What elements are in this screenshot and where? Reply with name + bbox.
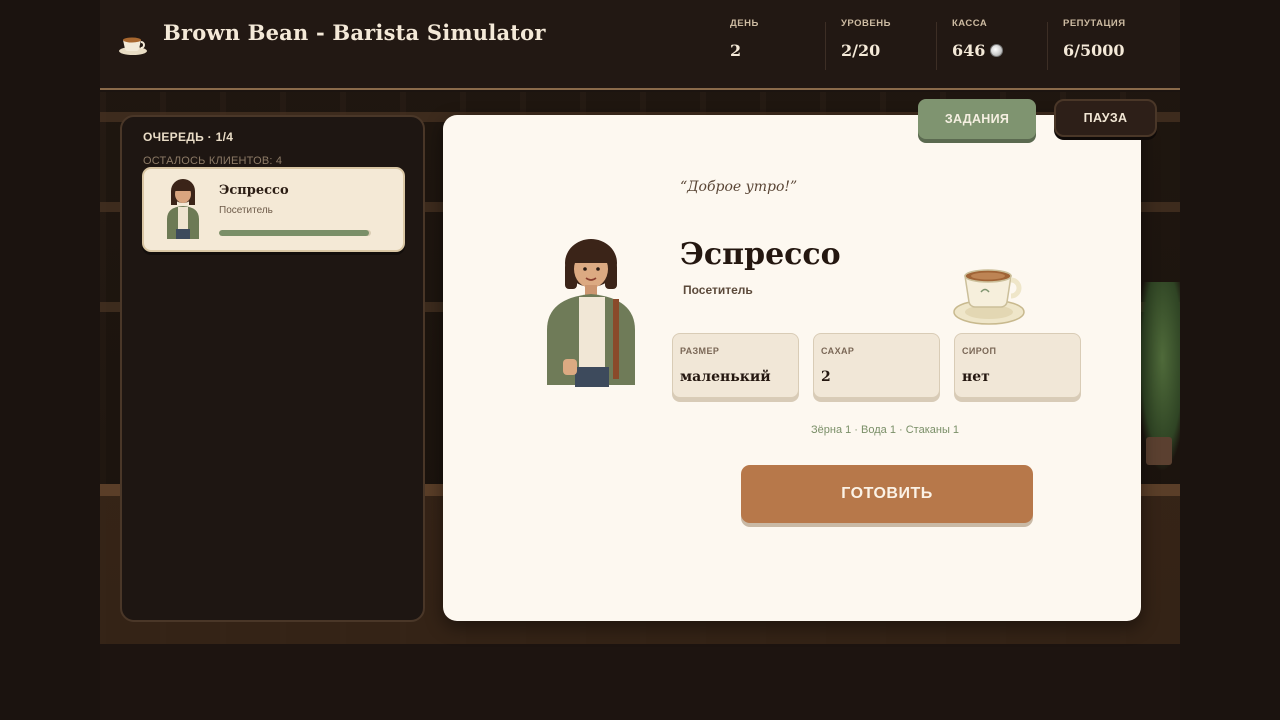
stat-day: ДЕНЬ 2 xyxy=(730,18,759,60)
stat-day-value: 2 xyxy=(730,41,742,60)
stat-cash-label: КАССА xyxy=(952,18,988,29)
stat-reputation: РЕПУТАЦИЯ 6/5000 xyxy=(1063,18,1126,60)
coin-icon xyxy=(990,44,1004,57)
queue-panel: ОЧЕРЕДЬ · 1/4 ОСТАЛОСЬ КЛИЕНТОВ: 4 Эспре… xyxy=(120,115,425,622)
option-size-value: маленький xyxy=(680,369,771,385)
customer-portrait xyxy=(547,239,635,387)
queue-title: ОЧЕРЕДЬ · 1/4 xyxy=(143,130,234,144)
customer-greeting: “Доброе утро!” xyxy=(680,179,798,195)
stat-day-label: ДЕНЬ xyxy=(730,18,759,29)
stat-level: УРОВЕНЬ 2/20 xyxy=(841,18,891,60)
divider xyxy=(825,22,826,70)
queue-card-drink: Эспрессо xyxy=(219,183,289,198)
order-card: “Доброе утро!” Эспрессо Посетитель РАЗМЕ… xyxy=(443,115,1141,621)
ingredients-summary: Зёрна 1 · Вода 1 · Стаканы 1 xyxy=(811,424,960,436)
stat-cash-value: 646 xyxy=(952,41,986,60)
top-bar: Brown Bean - Barista Simulator ДЕНЬ 2 УР… xyxy=(100,0,1180,90)
customers-remaining: ОСТАЛОСЬ КЛИЕНТОВ: 4 xyxy=(143,155,283,167)
option-size: РАЗМЕР маленький xyxy=(672,333,799,398)
customer-avatar xyxy=(167,179,199,239)
stat-level-value: 2/20 xyxy=(841,41,881,60)
divider xyxy=(1047,22,1048,70)
option-syrup-value: нет xyxy=(962,369,990,385)
option-sugar-value: 2 xyxy=(821,369,831,385)
stat-cash: КАССА 646 xyxy=(952,18,1004,60)
queue-card-role: Посетитель xyxy=(219,205,273,216)
option-sugar: САХАР 2 xyxy=(813,333,940,398)
stat-reputation-label: РЕПУТАЦИЯ xyxy=(1063,18,1126,29)
divider xyxy=(936,22,937,70)
make-button[interactable]: ГОТОВИТЬ xyxy=(741,465,1033,523)
pause-button[interactable]: ПАУЗА xyxy=(1054,99,1157,137)
drink-name: Эспрессо xyxy=(680,237,841,272)
floor xyxy=(100,644,1180,720)
stat-reputation-value: 6/5000 xyxy=(1063,41,1125,60)
option-size-label: РАЗМЕР xyxy=(680,346,720,356)
option-syrup: СИРОП нет xyxy=(954,333,1081,398)
game-stage: Brown Bean - Barista Simulator ДЕНЬ 2 УР… xyxy=(100,0,1180,720)
game-title: Brown Bean - Barista Simulator xyxy=(163,20,546,45)
option-sugar-label: САХАР xyxy=(821,346,855,356)
patience-bar-fill xyxy=(219,230,370,236)
right-margin xyxy=(1180,0,1280,720)
tasks-button[interactable]: ЗАДАНИЯ xyxy=(918,99,1036,139)
plant-pot xyxy=(1146,437,1172,465)
coffee-cup-icon xyxy=(119,37,147,55)
espresso-cup-icon xyxy=(953,269,1025,325)
stat-level-label: УРОВЕНЬ xyxy=(841,18,891,29)
patience-bar xyxy=(219,230,371,236)
customer-role: Посетитель xyxy=(683,283,753,297)
option-syrup-label: СИРОП xyxy=(962,346,997,356)
queue-card[interactable]: Эспрессо Посетитель xyxy=(142,167,405,252)
left-margin xyxy=(0,0,100,720)
